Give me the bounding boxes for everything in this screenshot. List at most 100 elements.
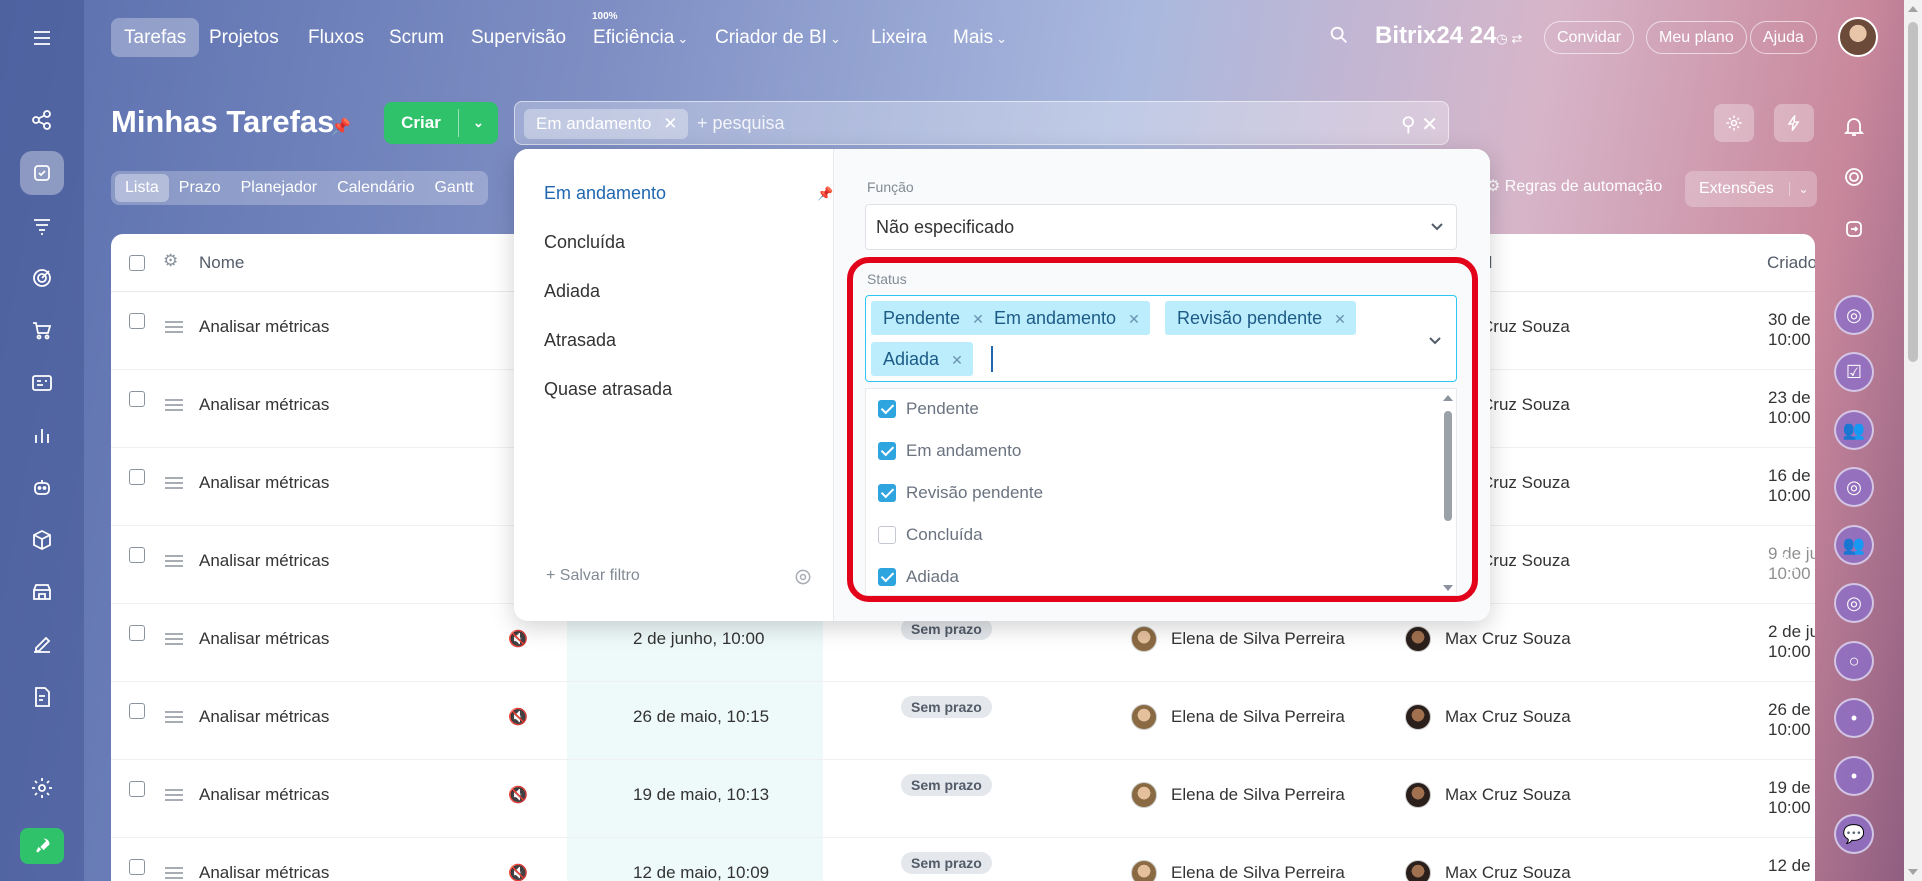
store-icon[interactable] (20, 570, 64, 614)
task-deadline[interactable]: 12 de maio, 10:09 (633, 863, 769, 881)
task-creator[interactable]: Elena de Silva Perreira (1131, 860, 1345, 881)
create-button[interactable]: Criar ⌄ (384, 102, 498, 144)
row-checkbox[interactable] (129, 625, 145, 641)
task-name[interactable]: Analisar métricas (199, 629, 329, 649)
document-edit-icon[interactable] (20, 675, 64, 719)
mute-icon[interactable]: 🔇 (508, 863, 528, 881)
task-deadline[interactable]: 2 de junho, 10:00 (633, 629, 764, 649)
table-row[interactable]: Analisar métricas 🔇 26 de maio, 10:15 Sem p… (111, 682, 1815, 760)
tab-calendario[interactable]: Calendário (327, 174, 424, 202)
gear-icon[interactable] (1714, 104, 1754, 142)
funnel-icon[interactable] (20, 204, 64, 248)
chat-avatar-8[interactable]: • (1834, 698, 1874, 738)
chart-icon[interactable] (20, 413, 64, 457)
task-name[interactable]: Analisar métricas (199, 395, 329, 415)
task-creator[interactable]: Elena de Silva Perreira (1131, 704, 1345, 730)
drag-handle-icon[interactable] (165, 477, 183, 492)
filter-search-bar[interactable]: Em andamento ✕ + pesquisa ⚲ ✕ (514, 101, 1449, 145)
tab-prazo[interactable]: Prazo (169, 174, 231, 202)
nav-eficiencia[interactable]: Eficiência ⌄ (580, 18, 701, 57)
automation-rules-button[interactable]: ⚙ Regras de automação (1486, 176, 1662, 196)
chat-avatar-6[interactable]: ◎ (1834, 583, 1874, 623)
nav-criador-bi[interactable]: Criador de BI ⌄ (702, 18, 854, 57)
task-responsible[interactable]: Max Cruz Souza (1405, 626, 1571, 652)
robot-icon[interactable] (20, 465, 64, 509)
row-checkbox[interactable] (129, 703, 145, 719)
task-deadline[interactable]: 19 de maio, 10:13 (633, 785, 769, 805)
search-icon[interactable]: ⚲ (1401, 114, 1416, 136)
nav-supervisao[interactable]: Supervisão (458, 18, 579, 57)
invite-button[interactable]: Convidar (1544, 21, 1635, 54)
gear-icon[interactable] (793, 567, 813, 587)
task-name[interactable]: Analisar métricas (199, 551, 329, 571)
chevron-down-icon[interactable]: ⌄ (459, 115, 498, 131)
my-plan-button[interactable]: Meu plano (1646, 21, 1747, 54)
drag-handle-icon[interactable] (165, 633, 183, 648)
target-icon[interactable] (1834, 157, 1874, 197)
help-button[interactable]: Ajuda (1750, 21, 1817, 54)
preset-quase-atrasada[interactable]: Quase atrasada (544, 379, 672, 400)
bell-icon[interactable] (1834, 106, 1874, 146)
preset-concluida[interactable]: Concluída (544, 232, 625, 253)
column-name[interactable]: Nome (199, 253, 244, 273)
target-icon[interactable] (20, 256, 64, 300)
box-icon[interactable] (20, 518, 64, 562)
chat-avatar-1[interactable]: ◎ (1834, 295, 1874, 335)
task-responsible[interactable]: Cruz Souza (1481, 473, 1570, 493)
drag-handle-icon[interactable] (165, 321, 183, 336)
nav-projetos[interactable]: Projetos (196, 18, 292, 57)
preset-em-andamento[interactable]: Em andamento (544, 183, 666, 204)
task-name[interactable]: Analisar métricas (199, 317, 329, 337)
chat-avatar-4[interactable]: ◎ (1834, 467, 1874, 507)
preset-adiada[interactable]: Adiada (544, 281, 600, 302)
task-deadline[interactable]: 26 de maio, 10:15 (633, 707, 769, 727)
tab-planejador[interactable]: Planejador (231, 174, 328, 202)
rocket-icon[interactable] (20, 828, 64, 864)
tab-gantt[interactable]: Gantt (424, 174, 483, 202)
drag-handle-icon[interactable] (165, 711, 183, 726)
row-checkbox[interactable] (129, 469, 145, 485)
settings-icon[interactable] (20, 766, 64, 810)
activity-icon[interactable] (20, 98, 64, 142)
cart-icon[interactable] (20, 308, 64, 352)
pin-icon[interactable]: 📌 (817, 186, 833, 202)
nav-scrum[interactable]: Scrum (376, 18, 457, 57)
task-responsible[interactable]: Cruz Souza (1481, 317, 1570, 337)
scroll-down-icon[interactable] (1908, 869, 1918, 875)
save-filter-button[interactable]: + Salvar filtro (546, 567, 640, 585)
mute-icon[interactable]: 🔇 (508, 785, 528, 805)
task-responsible[interactable]: Cruz Souza (1481, 551, 1570, 571)
extensions-button[interactable]: Extensões ⌄ (1685, 171, 1817, 207)
tab-lista[interactable]: Lista (115, 174, 169, 202)
clear-icon[interactable]: ✕ (1421, 114, 1438, 136)
chevron-down-icon[interactable]: ⌄ (1789, 182, 1817, 196)
drag-handle-icon[interactable] (165, 555, 183, 570)
chat-avatar-7[interactable]: ○ (1834, 641, 1874, 681)
nav-mais[interactable]: Mais ⌄ (940, 18, 1020, 57)
nav-fluxos[interactable]: Fluxos (295, 18, 377, 57)
task-name[interactable]: Analisar métricas (199, 707, 329, 727)
chat-avatar-3[interactable]: 👥 (1834, 410, 1874, 450)
select-all-checkbox[interactable] (129, 255, 145, 271)
row-checkbox[interactable] (129, 547, 145, 563)
close-icon[interactable]: ✕ (663, 114, 677, 133)
lightning-icon[interactable] (1774, 104, 1814, 142)
nav-tarefas[interactable]: Tarefas (111, 18, 200, 57)
row-checkbox[interactable] (129, 781, 145, 797)
tasks-icon[interactable] (20, 151, 64, 195)
row-checkbox[interactable] (129, 313, 145, 329)
gear-icon[interactable]: ⚙ (163, 251, 178, 271)
drag-handle-icon[interactable] (165, 789, 183, 804)
task-responsible[interactable]: Cruz Souza (1481, 395, 1570, 415)
nav-lixeira[interactable]: Lixeira (858, 18, 940, 57)
sync-icon[interactable] (1834, 209, 1874, 249)
id-card-icon[interactable] (20, 361, 64, 405)
page-scrollbar[interactable] (1904, 0, 1922, 881)
column-created[interactable]: Criado (1767, 253, 1815, 273)
row-checkbox[interactable] (129, 859, 145, 875)
sign-icon[interactable] (20, 622, 64, 666)
task-responsible[interactable]: Max Cruz Souza (1405, 860, 1571, 881)
task-creator[interactable]: Elena de Silva Perreira (1131, 782, 1345, 808)
row-checkbox[interactable] (129, 391, 145, 407)
chat-avatar-2[interactable]: ☑ (1834, 352, 1874, 392)
